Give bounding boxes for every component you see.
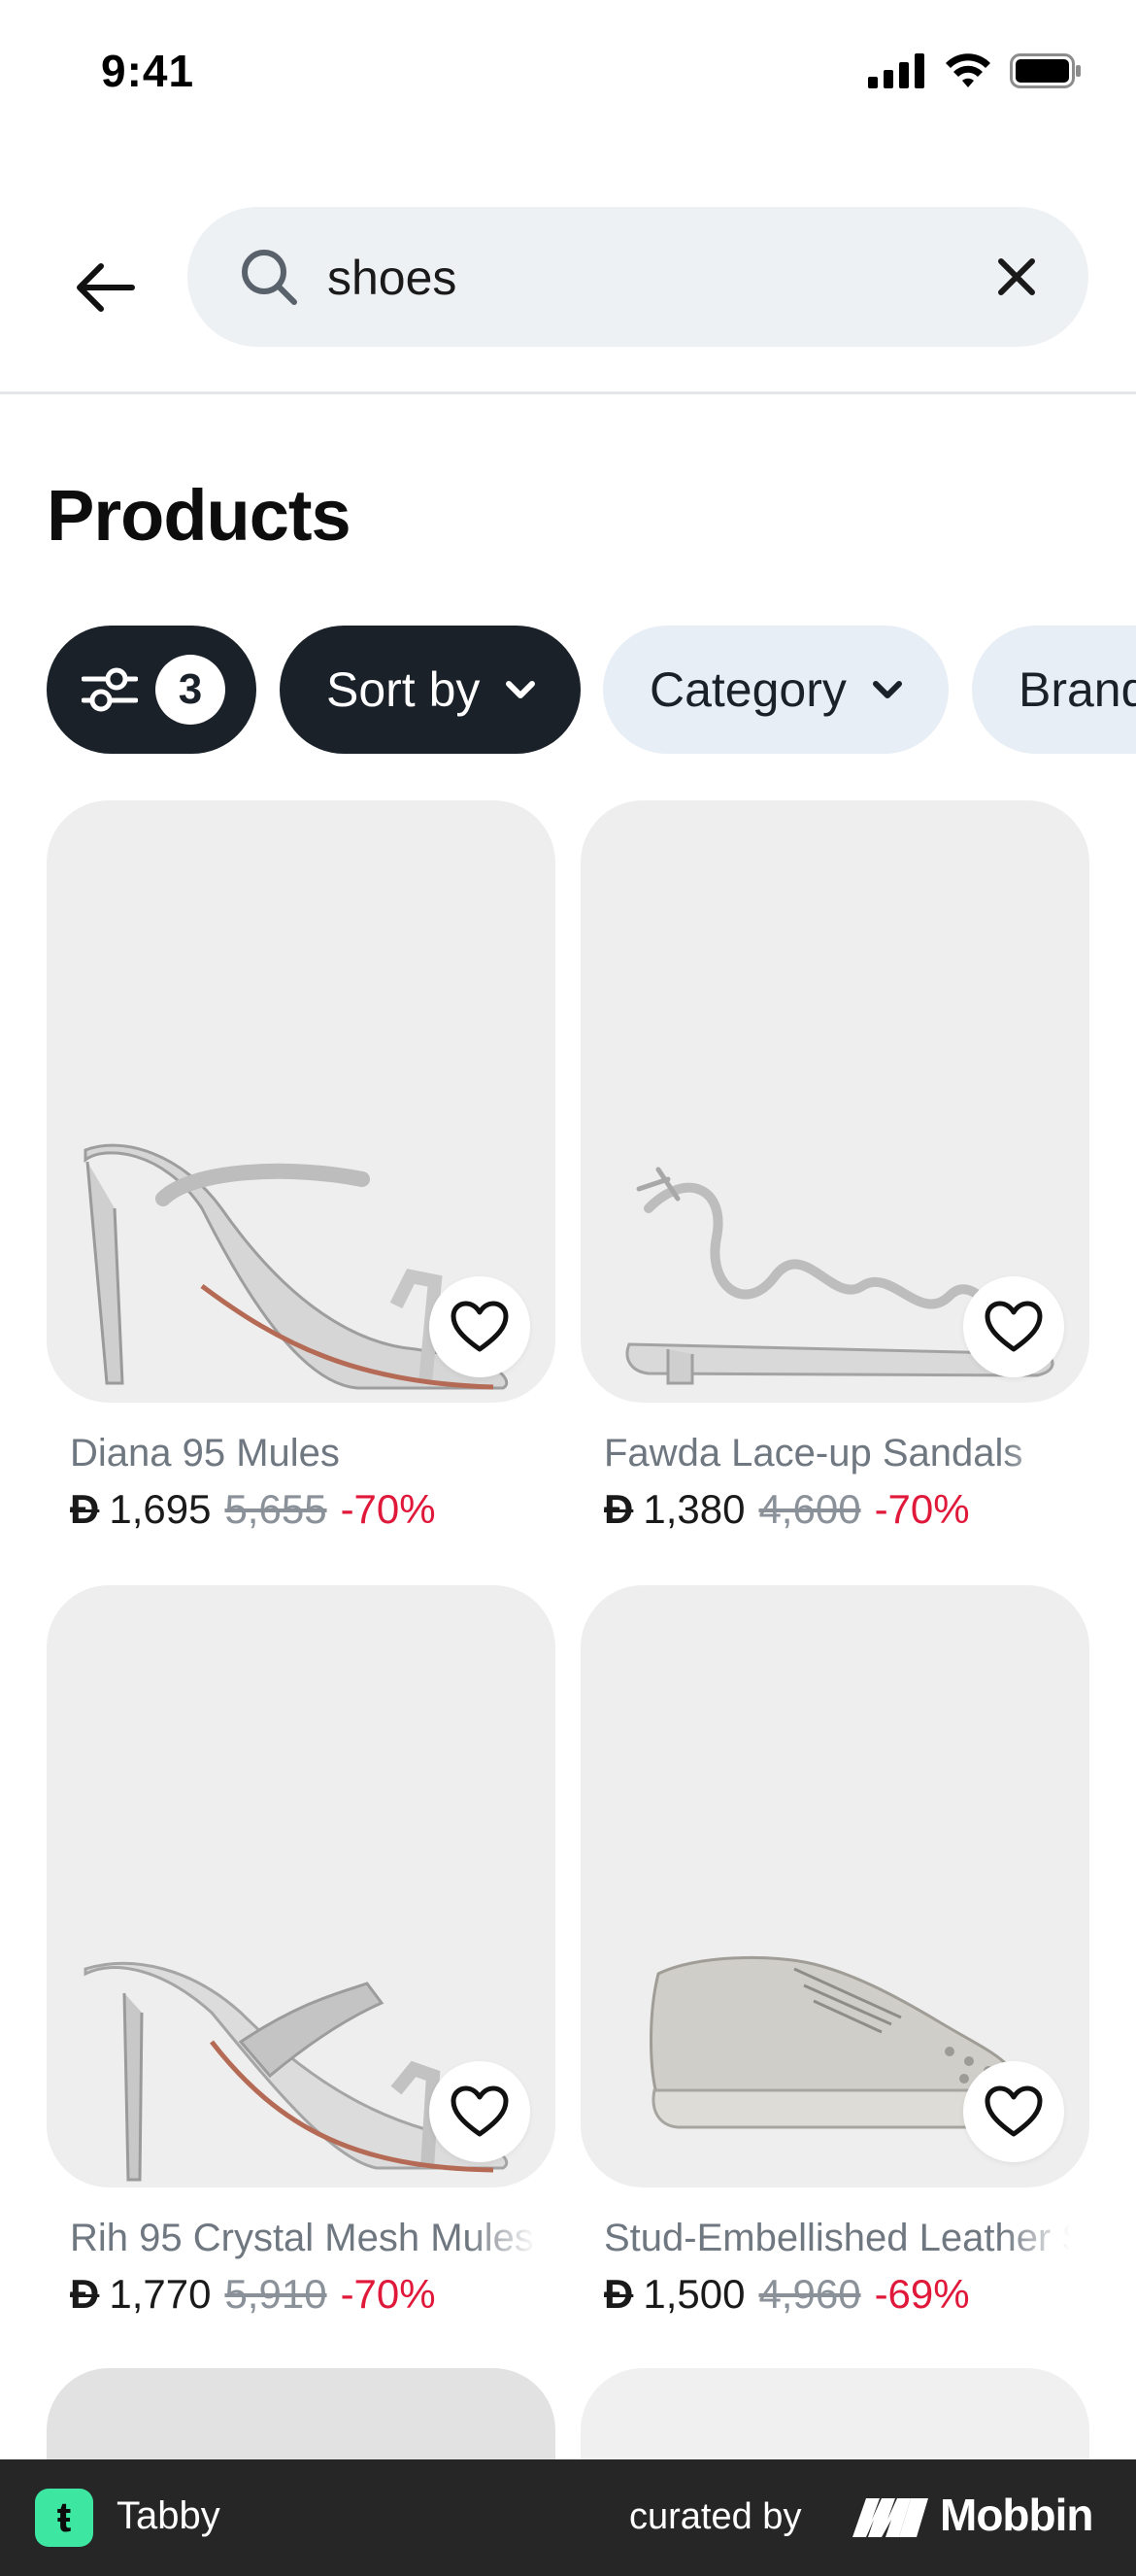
currency-symbol: Đ (604, 1486, 634, 1532)
price-current: 1,770 (109, 2271, 212, 2317)
currency-symbol: Đ (70, 1486, 100, 1532)
discount-percentage: -70% (340, 1486, 436, 1532)
product-price-row: Đ 1,695 5,655 -70% (70, 1486, 436, 1533)
mobbin-logo-icon (852, 2498, 928, 2537)
discount-percentage: -69% (874, 2271, 970, 2317)
heart-icon (985, 2085, 1043, 2137)
discount-percentage: -70% (340, 2271, 436, 2317)
status-time: 9:41 (101, 46, 195, 96)
favorite-button[interactable] (429, 1276, 530, 1377)
chevron-down-icon (872, 681, 902, 698)
favorite-button[interactable] (963, 2061, 1064, 2162)
product-image[interactable] (581, 800, 1089, 1403)
product-price-row: Đ 1,500 4,960 -69% (604, 2271, 970, 2318)
product-image[interactable] (581, 1585, 1089, 2187)
bottom-attribution-bar: ŧ Tabby curated by Mobbin (0, 2459, 1136, 2576)
status-icons (868, 52, 1082, 89)
product-price-row: Đ 1,380 4,600 -70% (604, 1486, 970, 1533)
price-original: 4,600 (758, 1486, 861, 1532)
price-original: 4,960 (758, 2271, 861, 2317)
page-title: Products (47, 475, 351, 556)
product-image[interactable] (47, 1585, 555, 2187)
favorite-button[interactable] (963, 1276, 1064, 1377)
curated-by-label: curated by (629, 2496, 802, 2537)
wifi-icon (946, 53, 990, 87)
cellular-signal-icon (868, 53, 924, 88)
battery-icon (1010, 53, 1081, 88)
chevron-down-icon (506, 681, 536, 698)
heart-icon (451, 1301, 509, 1352)
mobbin-wordmark: Mobbin (940, 2490, 1093, 2540)
sliders-icon (82, 667, 138, 712)
brand-label: Brand (1019, 662, 1136, 717)
product-image[interactable] (47, 800, 555, 1403)
search-query[interactable]: shoes (327, 250, 456, 306)
sort-by-button[interactable]: Sort by (280, 626, 581, 754)
status-bar: 9:41 (0, 0, 1136, 146)
price-current: 1,380 (643, 1486, 746, 1532)
filters-button[interactable]: 3 (47, 626, 256, 754)
brand-filter-button[interactable]: Brand (972, 626, 1136, 754)
heart-icon (985, 1301, 1043, 1352)
heart-icon (451, 2085, 509, 2137)
discount-percentage: -70% (874, 1486, 970, 1532)
back-button[interactable] (60, 243, 150, 332)
product-price-row: Đ 1,770 5,910 -70% (70, 2271, 436, 2318)
tabby-name: Tabby (117, 2494, 220, 2537)
tabby-logo: ŧ (35, 2489, 93, 2547)
close-icon (998, 258, 1035, 295)
product-name: Fawda Lace-up Sandals (604, 1432, 1070, 1475)
filter-chips-row: 3 Sort by Category Brand (47, 626, 1136, 754)
price-original: 5,655 (224, 1486, 327, 1532)
price-current: 1,695 (109, 1486, 212, 1532)
arrow-left-icon (77, 263, 135, 312)
search-header: shoes (0, 175, 1136, 394)
search-input[interactable]: shoes (187, 207, 1088, 347)
product-name: Rih 95 Crystal Mesh Mules (70, 2217, 536, 2260)
price-original: 5,910 (224, 2271, 327, 2317)
category-filter-button[interactable]: Category (603, 626, 949, 754)
category-label: Category (650, 662, 847, 717)
currency-symbol: Đ (70, 2271, 100, 2317)
product-card-partial[interactable] (47, 2368, 555, 2465)
product-name: Stud-Embellished Leather Sneakers (604, 2217, 1070, 2260)
sort-by-label: Sort by (326, 662, 481, 717)
product-card-partial[interactable] (581, 2368, 1089, 2465)
price-current: 1,500 (643, 2271, 746, 2317)
filter-count-badge: 3 (155, 655, 225, 725)
favorite-button[interactable] (429, 2061, 530, 2162)
search-icon (242, 250, 297, 305)
currency-symbol: Đ (604, 2271, 634, 2317)
product-name: Diana 95 Mules (70, 1432, 536, 1475)
clear-search-button[interactable] (982, 242, 1052, 312)
